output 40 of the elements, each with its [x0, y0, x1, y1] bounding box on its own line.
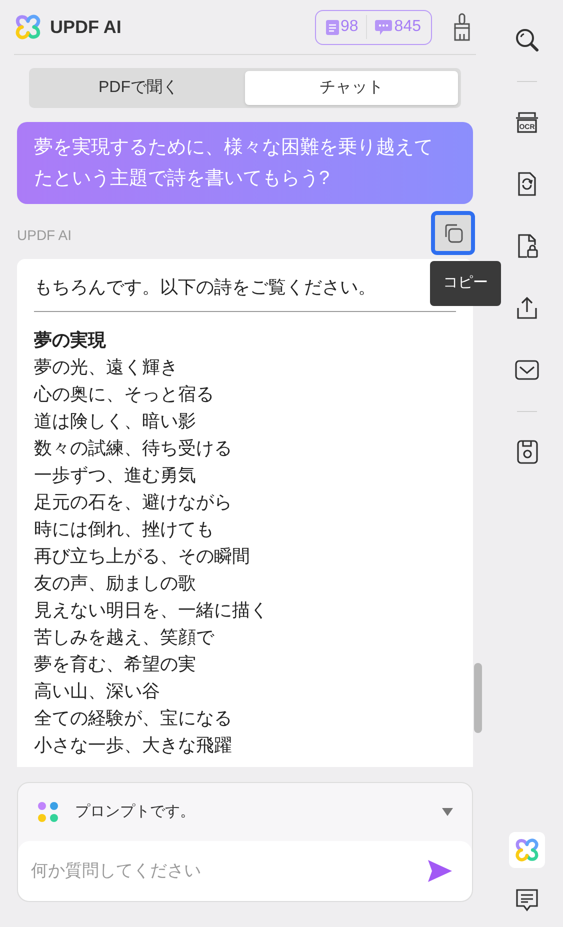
document-icon	[326, 20, 338, 34]
brush-icon[interactable]	[452, 13, 472, 41]
poem-line: 心の奥に、そっと宿る	[34, 383, 215, 406]
poem-title: 夢の実現	[34, 329, 107, 352]
poem-line: 一歩ずつ、進む勇気	[34, 464, 197, 487]
chat-icon	[375, 20, 392, 34]
scrollbar-thumb[interactable]	[474, 663, 482, 733]
poem-line: 夢の光、遠く輝き	[34, 356, 179, 379]
counter-value: 845	[394, 17, 421, 37]
tooltip: コピー	[430, 261, 501, 306]
poem-line: 夢を育む、希望の実	[34, 653, 197, 676]
tab[interactable]: チャット	[245, 71, 458, 105]
poem-line: 時には倒れ、挫けても	[34, 518, 215, 541]
user-message: 夢を実現するために、様々な困難を乗り越えてたという主題で詩を書いてもらう?	[17, 122, 473, 204]
mail-icon[interactable]	[514, 357, 540, 383]
poem-line: 苦しみを越え、笑顔で	[34, 626, 216, 649]
sender-label: UPDF AI	[17, 226, 72, 244]
question-input[interactable]: 何か質問してください	[18, 841, 472, 901]
comment-icon[interactable]	[514, 888, 538, 913]
poem-line: 友の声、励ましの歌	[34, 572, 197, 595]
copy-button[interactable]	[431, 211, 475, 255]
ai-assistant-button[interactable]	[508, 832, 544, 868]
counter-value: 98	[340, 17, 358, 37]
poem-line: 足元の石を、避けながら	[34, 491, 233, 514]
search-icon[interactable]	[514, 27, 540, 53]
poem-line: 見えない明日を、一緒に描く	[34, 599, 269, 622]
send-icon[interactable]	[428, 860, 452, 882]
dropdown-caret-icon	[442, 808, 453, 816]
poem-line: 再び立ち上がる、その瞬間	[34, 545, 251, 568]
poem-line: 道は険しく、暗い影	[34, 410, 197, 433]
prompt-selector[interactable]: プロンプトです。	[18, 783, 472, 841]
logo-icon	[514, 837, 540, 863]
poem-line: 高い山、深い谷	[34, 680, 161, 703]
poem-line: 小さな一歩、大きな飛躍	[34, 734, 233, 757]
poem-line: 全ての経験が、宝になる	[34, 707, 233, 730]
app-title: UPDF AI	[50, 16, 122, 38]
logo-icon	[14, 13, 42, 41]
apps-icon	[37, 801, 59, 823]
tab[interactable]: PDFで聞く	[32, 71, 245, 105]
poem-line: 数々の試練、待ち受ける	[34, 437, 233, 460]
